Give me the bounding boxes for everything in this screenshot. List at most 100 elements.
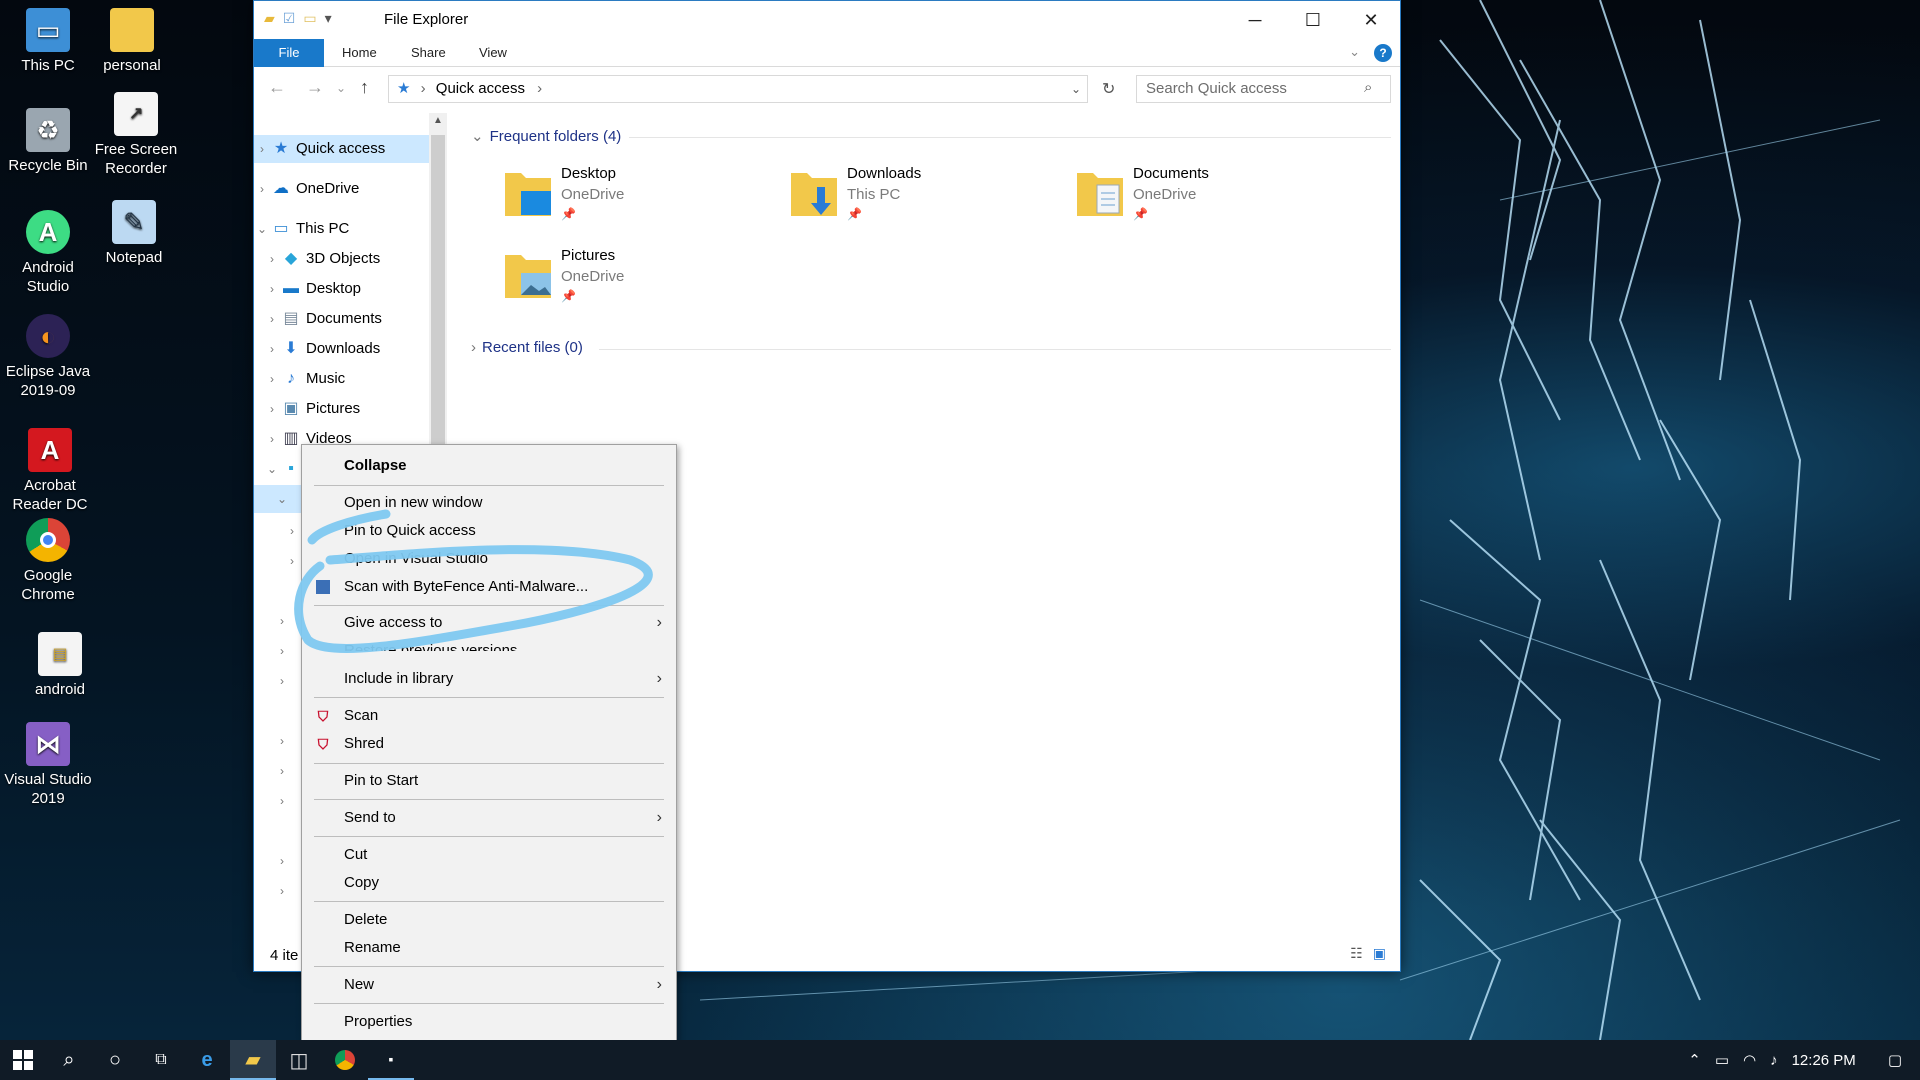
- chevron-right-icon[interactable]: ›: [254, 175, 270, 203]
- expand-ribbon-icon[interactable]: ⌄: [1349, 44, 1360, 60]
- menu-item-scan[interactable]: ⛉ Scan: [302, 702, 676, 730]
- customize-toolbar-icon[interactable]: ▾: [325, 10, 332, 27]
- nav-item-collapsed-7[interactable]: ›: [274, 757, 290, 785]
- menu-item-collapse[interactable]: Collapse: [302, 452, 676, 480]
- nav-item-collapsed-6[interactable]: ›: [274, 727, 290, 755]
- menu-item-send-to[interactable]: Send to ›: [302, 804, 676, 832]
- breadcrumb-quick-access[interactable]: Quick access: [436, 80, 525, 97]
- close-button[interactable]: ✕: [1342, 1, 1400, 39]
- chevron-down-icon[interactable]: ⌄: [274, 485, 290, 513]
- nav-item-music[interactable]: › ♪ Music: [264, 365, 345, 393]
- folder-tile-downloads[interactable]: Downloads This PC 📌: [789, 163, 1069, 233]
- folder-tile-documents[interactable]: Documents OneDrive 📌: [1075, 163, 1355, 233]
- tab-file[interactable]: File: [254, 39, 324, 67]
- desktop-icon-chrome[interactable]: Google Chrome: [0, 518, 96, 604]
- chevron-right-icon[interactable]: ›: [264, 395, 280, 423]
- address-dropdown-icon[interactable]: ⌄: [1071, 76, 1081, 102]
- chrome-taskbar-icon[interactable]: [322, 1040, 368, 1080]
- cortana-icon[interactable]: ○: [92, 1040, 138, 1080]
- help-icon[interactable]: ?: [1374, 44, 1392, 62]
- nav-item-3d-objects[interactable]: › ◆ 3D Objects: [264, 245, 380, 273]
- maximize-button[interactable]: ☐: [1284, 1, 1342, 39]
- address-bar[interactable]: ★ › Quick access › ⌄: [388, 75, 1088, 103]
- chevron-down-icon[interactable]: ⌄: [254, 215, 270, 243]
- nav-item-quick-access[interactable]: › ★ Quick access: [254, 135, 429, 163]
- nav-item-collapsed-8[interactable]: ›: [274, 787, 290, 815]
- start-button[interactable]: [0, 1040, 46, 1080]
- menu-item-shred[interactable]: ⛉ Shred: [302, 730, 676, 758]
- nav-item-desktop[interactable]: › ▬ Desktop: [264, 275, 361, 303]
- up-arrow-icon[interactable]: ↑: [360, 77, 369, 98]
- folder-tile-desktop[interactable]: Desktop OneDrive 📌: [503, 163, 783, 233]
- chevron-down-icon[interactable]: ⌄: [264, 455, 280, 483]
- desktop-icon-eclipse[interactable]: ◐ Eclipse Java 2019-09: [0, 314, 96, 400]
- desktop-icon-acrobat[interactable]: A Acrobat Reader DC: [2, 428, 98, 514]
- nav-item-collapsed-4[interactable]: ›: [274, 637, 290, 665]
- volume-icon[interactable]: ♪: [1770, 1052, 1778, 1069]
- desktop-icon-recycle-bin[interactable]: ♻ Recycle Bin: [0, 108, 96, 175]
- tab-home[interactable]: Home: [342, 39, 377, 67]
- nav-item-this-pc[interactable]: ⌄ ▭ This PC: [254, 215, 349, 243]
- chevron-right-icon[interactable]: ›: [274, 607, 290, 635]
- edge-icon[interactable]: e: [184, 1040, 230, 1080]
- forward-arrow-icon[interactable]: →: [306, 77, 324, 98]
- action-center-icon[interactable]: ▢: [1888, 1051, 1902, 1069]
- large-icons-view-icon[interactable]: ▣: [1373, 945, 1386, 962]
- menu-item-copy[interactable]: Copy: [302, 869, 676, 897]
- chevron-right-icon[interactable]: ›: [264, 335, 280, 363]
- menu-item-pin-start[interactable]: Pin to Start: [302, 767, 676, 795]
- details-view-icon[interactable]: ☷: [1350, 945, 1363, 962]
- new-folder-icon[interactable]: ▭: [303, 10, 316, 27]
- recorder-taskbar-icon[interactable]: ▪: [368, 1040, 414, 1080]
- recent-files-header[interactable]: › Recent files (0): [471, 339, 583, 356]
- clock[interactable]: 12:26 PM: [1792, 1052, 1856, 1069]
- chevron-right-icon[interactable]: ›: [264, 425, 280, 453]
- battery-icon[interactable]: ▭: [1715, 1051, 1729, 1069]
- search-icon[interactable]: ⌕: [46, 1040, 92, 1080]
- tab-share[interactable]: Share: [411, 39, 446, 67]
- nav-item-documents[interactable]: › ▤ Documents: [264, 305, 382, 333]
- chevron-right-icon[interactable]: ›: [274, 727, 290, 755]
- chevron-right-icon[interactable]: ›: [254, 135, 270, 163]
- wifi-icon[interactable]: ◠: [1743, 1051, 1756, 1069]
- scroll-up-icon[interactable]: ▲: [433, 115, 443, 126]
- nav-item-collapsed-3[interactable]: ›: [274, 607, 290, 635]
- properties-icon[interactable]: ☑: [283, 10, 296, 27]
- nav-item-collapsed-10[interactable]: ›: [274, 877, 290, 905]
- chevron-right-icon[interactable]: ›: [264, 305, 280, 333]
- desktop-icon-free-screen-recorder[interactable]: ↗ Free Screen Recorder: [88, 92, 184, 178]
- nav-item-pictures[interactable]: › ▣ Pictures: [264, 395, 360, 423]
- menu-item-new[interactable]: New ›: [302, 971, 676, 999]
- menu-item-delete[interactable]: Delete: [302, 906, 676, 934]
- minimize-button[interactable]: ─: [1226, 1, 1284, 39]
- chevron-up-icon[interactable]: ⌃: [1688, 1051, 1701, 1069]
- scrollbar-thumb[interactable]: [431, 135, 445, 465]
- menu-item-rename[interactable]: Rename: [302, 934, 676, 962]
- file-explorer-taskbar-icon[interactable]: ▰: [230, 1040, 276, 1080]
- search-input[interactable]: Search Quick access: [1136, 75, 1391, 103]
- desktop-icon-android[interactable]: ▤ android: [12, 632, 108, 699]
- refresh-icon[interactable]: ↻: [1102, 79, 1115, 99]
- chevron-right-icon[interactable]: ›: [274, 787, 290, 815]
- nav-item-collapsed-5[interactable]: ›: [274, 667, 290, 695]
- nav-item-local-disk[interactable]: ⌄ ▪: [264, 455, 306, 483]
- chevron-right-icon[interactable]: ›: [274, 847, 290, 875]
- desktop-icon-visual-studio[interactable]: ⋈ Visual Studio 2019: [0, 722, 96, 808]
- desktop-icon-android-studio[interactable]: A Android Studio: [0, 210, 96, 296]
- menu-item-properties[interactable]: Properties: [302, 1008, 676, 1036]
- store-icon[interactable]: ◫: [276, 1040, 322, 1080]
- chevron-right-icon[interactable]: ›: [264, 245, 280, 273]
- task-view-icon[interactable]: ⧉: [138, 1040, 184, 1080]
- nav-item-onedrive[interactable]: › ☁ OneDrive: [254, 175, 359, 203]
- frequent-folders-header[interactable]: ⌄ Frequent folders (4): [471, 127, 621, 145]
- chevron-right-icon[interactable]: ›: [274, 637, 290, 665]
- chevron-right-icon[interactable]: ›: [274, 667, 290, 695]
- recent-locations-icon[interactable]: ⌄: [336, 81, 346, 95]
- tab-view[interactable]: View: [479, 39, 507, 67]
- nav-item-collapsed-9[interactable]: ›: [274, 847, 290, 875]
- chevron-right-icon[interactable]: ›: [264, 275, 280, 303]
- breadcrumb-chevron-icon[interactable]: ›: [537, 80, 542, 97]
- chevron-right-icon[interactable]: ›: [274, 757, 290, 785]
- folder-tile-pictures[interactable]: Pictures OneDrive 📌: [503, 245, 783, 315]
- desktop-icon-personal[interactable]: personal: [84, 8, 180, 75]
